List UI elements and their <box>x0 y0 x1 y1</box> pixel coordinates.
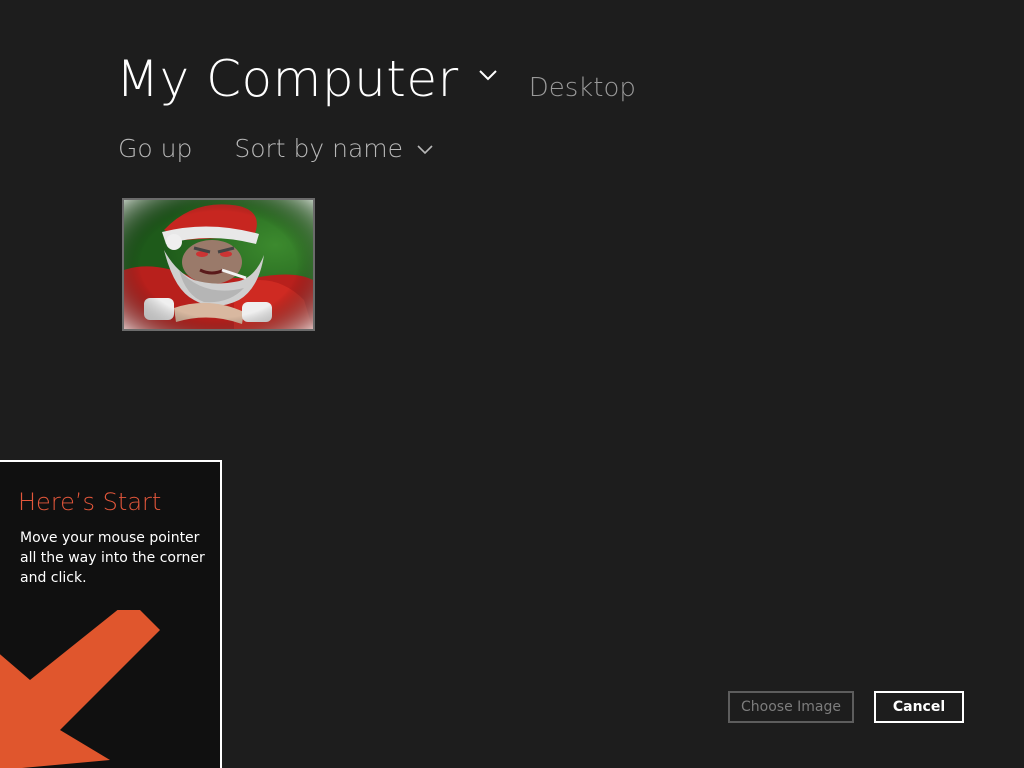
page-title[interactable]: My Computer <box>116 50 459 108</box>
arrow-down-left-icon <box>0 610 160 768</box>
header: My Computer Desktop <box>116 50 636 108</box>
cancel-button[interactable]: Cancel <box>874 691 964 723</box>
start-tip-text: Move your mouse pointer all the way into… <box>20 530 205 586</box>
start-tip-title: Here’s Start <box>18 488 162 516</box>
start-tip-panel: Here’s Start Move your mouse pointer all… <box>0 460 222 768</box>
sort-label: Sort by name <box>234 134 404 163</box>
image-file-tile[interactable] <box>122 198 315 331</box>
chevron-down-icon[interactable] <box>477 64 499 86</box>
go-up-button[interactable]: Go up <box>118 134 192 163</box>
desktop-location-link[interactable]: Desktop <box>529 73 636 103</box>
chevron-down-icon <box>417 144 433 154</box>
toolbar: Go up Sort by name <box>118 134 435 163</box>
sort-dropdown[interactable]: Sort by name <box>234 134 435 163</box>
choose-image-button[interactable]: Choose Image <box>728 691 854 723</box>
santa-image-thumbnail <box>124 200 313 329</box>
